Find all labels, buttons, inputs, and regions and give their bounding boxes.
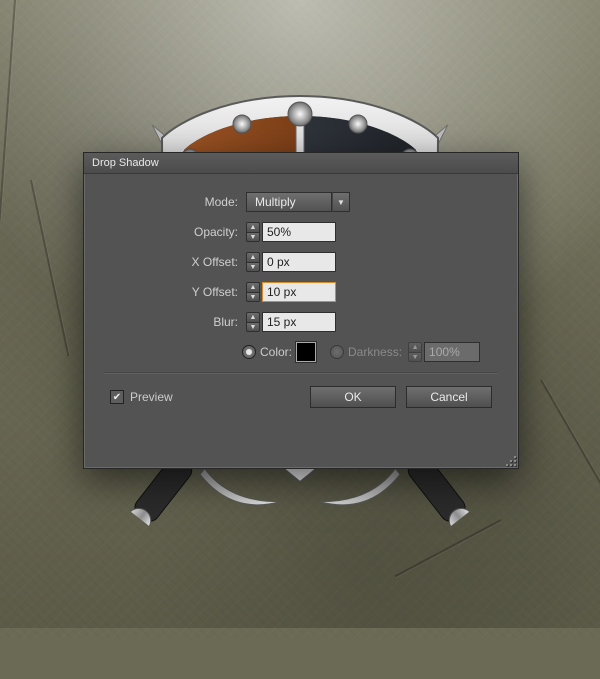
y-offset-input[interactable] bbox=[262, 282, 336, 302]
preview-label: Preview bbox=[130, 390, 173, 404]
darkness-label: Darkness: bbox=[348, 345, 402, 359]
darkness-input bbox=[424, 342, 480, 362]
y-offset-label: Y Offset: bbox=[104, 285, 246, 299]
mode-label: Mode: bbox=[104, 195, 246, 209]
chevron-down-icon: ▼ bbox=[332, 192, 350, 212]
mode-select-value: Multiply bbox=[246, 192, 332, 212]
color-swatch[interactable] bbox=[296, 342, 316, 362]
darkness-spin-down: ▼ bbox=[408, 352, 422, 362]
dialog-title: Drop Shadow bbox=[92, 157, 159, 169]
y-offset-spin-up[interactable]: ▲ bbox=[246, 282, 260, 292]
darkness-spin-up: ▲ bbox=[408, 342, 422, 352]
blur-spin-up[interactable]: ▲ bbox=[246, 312, 260, 322]
preview-checkbox[interactable]: ✔ bbox=[110, 390, 124, 404]
cancel-button[interactable]: Cancel bbox=[406, 386, 492, 408]
opacity-spin-down[interactable]: ▼ bbox=[246, 232, 260, 242]
mode-select[interactable]: Multiply ▼ bbox=[246, 192, 350, 212]
darkness-radio[interactable] bbox=[330, 345, 344, 359]
blur-label: Blur: bbox=[104, 315, 246, 329]
drop-shadow-dialog: Drop Shadow Mode: Multiply ▼ Opacity: ▲ … bbox=[83, 152, 519, 469]
blur-spin-down[interactable]: ▼ bbox=[246, 322, 260, 332]
dialog-titlebar[interactable]: Drop Shadow bbox=[84, 153, 518, 174]
color-radio[interactable] bbox=[242, 345, 256, 359]
x-offset-spin-down[interactable]: ▼ bbox=[246, 262, 260, 272]
opacity-input[interactable] bbox=[262, 222, 336, 242]
x-offset-label: X Offset: bbox=[104, 255, 246, 269]
blur-input[interactable] bbox=[262, 312, 336, 332]
x-offset-input[interactable] bbox=[262, 252, 336, 272]
opacity-spin-up[interactable]: ▲ bbox=[246, 222, 260, 232]
opacity-label: Opacity: bbox=[104, 225, 246, 239]
color-label: Color: bbox=[260, 345, 292, 359]
y-offset-spin-down[interactable]: ▼ bbox=[246, 292, 260, 302]
x-offset-spin-up[interactable]: ▲ bbox=[246, 252, 260, 262]
divider bbox=[104, 372, 498, 374]
ok-button[interactable]: OK bbox=[310, 386, 396, 408]
resize-grip[interactable] bbox=[504, 454, 516, 466]
